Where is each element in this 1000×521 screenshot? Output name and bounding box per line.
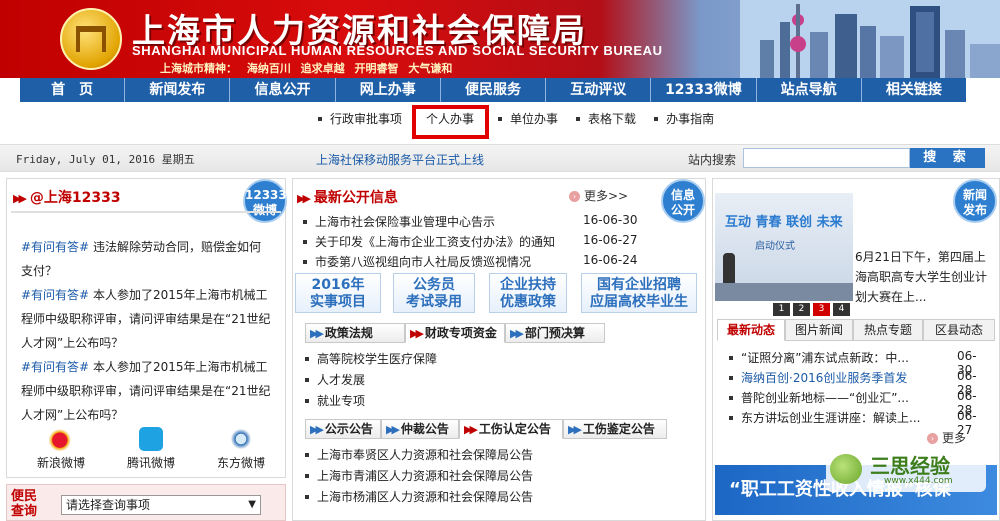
city-motto: 上海城市精神： 海纳百川 追求卓越 开明睿智 大气谦和 [160,62,453,75]
nav-item-online-service[interactable]: 网上办事 [336,78,441,102]
weibo-title: ▶▶ @上海12333 [13,190,121,206]
main-nav: 首 页 新闻发布 信息公开 网上办事 便民服务 互动评议 12333微博 站点导… [20,78,966,102]
city-skyline-image [740,0,1000,78]
promo-2016-projects[interactable]: 2016年 实事项目 [295,273,381,313]
info-title: ▶▶ 最新公开信息 [297,190,398,206]
search-label: 站内搜索 [688,153,737,167]
announcement-link[interactable]: 上海社保移动服务平台正式上线 [316,151,484,168]
sub-nav: 行政审批事项 个人办事 单位办事 表格下载 办事指南 [318,110,732,127]
nav-item-news[interactable]: 新闻发布 [125,78,231,102]
weibo-badge: 12333 微博 [243,179,287,223]
tab-special-funds[interactable]: ▶▶ 财政专项资金 [405,323,505,343]
news-lead[interactable]: 6月21日下午，第四届上海高职高专大学生创业计划大赛在上... [855,247,995,307]
subnav-item-company[interactable]: 单位办事 [498,110,558,127]
list-item[interactable]: 高等院校学生医疗保障 [305,350,437,367]
info-more-link[interactable]: › 更多>> [569,187,628,204]
news-badge: 新闻 发布 [953,179,997,223]
weibo-posts: #有问有答# 违法解除劳动合同，赔偿金如何支付？ #有问有答# 本人参加了201… [21,235,271,427]
pager-item-active[interactable]: 3 [813,303,830,316]
tencent-weibo-link[interactable]: 腾讯微博 [121,427,181,471]
bureau-logo [60,8,122,70]
subnav-item-guide[interactable]: 办事指南 [654,110,714,127]
info-panel: ▶▶ 最新公开信息 › 更多>> 信息 公开 上海市社会保险事业管理中心告示 16-06… [292,178,706,521]
list-item[interactable]: 市委第八巡视组向市人社局反馈巡视情况 16-06-24 [303,253,653,270]
list-item[interactable]: 关于印发《上海市企业工资支付办法》的通知 16-06-27 [303,233,653,250]
promo-civil-servant[interactable]: 公务员 考试录用 [393,273,475,313]
weibo-panel: ▶▶ @上海12333 12333 微博 #有问有答# 违法解除劳动合同，赔偿金如何… [6,178,287,478]
list-item[interactable]: 上海市奉贤区人力资源和社会保障局公告 [305,446,533,463]
watermark-brand: 三思经验 [870,454,950,478]
promo-soe-recruit[interactable]: 国有企业招聘 应届高校毕业生 [581,273,697,313]
pager-item[interactable]: 1 [773,303,790,316]
tab-public-notice[interactable]: ▶▶ 公示公告 [305,419,381,439]
tab-photo-news[interactable]: 图片新闻 [785,319,853,341]
photo-subcaption: 启动仪式 [755,241,795,252]
dongfang-weibo-icon [229,427,253,451]
tab-hot-topics[interactable]: 热点专题 [853,319,923,341]
photo-pager: 1 2 3 4 [773,303,850,316]
search-input[interactable] [743,148,910,168]
subnav-active-highlight [412,105,489,139]
tab-budget[interactable]: ▶▶ 部门预决算 [505,323,605,343]
list-item[interactable]: 就业专项 [305,392,365,409]
weibo-post[interactable]: #有问有答# 本人参加了2015年上海市机械工程师中级职称评审，请问评审结果是在… [21,283,271,355]
nav-item-home[interactable]: 首 页 [20,78,126,102]
list-item[interactable]: 上海市杨浦区人力资源和社会保障局公告 [305,488,533,505]
news-more-link[interactable]: › 更多 [927,429,966,446]
list-item[interactable]: 上海市社会保险事业管理中心告示 16-06-30 [303,213,653,230]
watermark-url: www.x444.com [884,476,953,486]
sina-weibo-icon [49,427,73,451]
sina-weibo-link[interactable]: 新浪微博 [31,427,91,471]
query-select[interactable]: 请选择查询事项 ▼ [61,495,261,515]
nav-item-links[interactable]: 相关链接 [862,78,966,102]
search-button[interactable]: 搜 索 [910,148,985,168]
current-date: Friday, July 01, 2016 星期五 [16,153,195,166]
promo-enterprise-support[interactable]: 企业扶持 优惠政策 [489,273,567,313]
nav-item-interaction[interactable]: 互动评议 [546,78,652,102]
dongfang-weibo-link[interactable]: 东方微博 [211,427,271,471]
arrow-circle-icon: › [927,433,938,444]
nav-item-convenience[interactable]: 便民服务 [441,78,547,102]
chevron-down-icon: ▼ [248,499,256,510]
bianmin-label: 便民 查询 [11,489,38,519]
tab-injury-appraisal[interactable]: ▶▶ 工伤鉴定公告 [563,419,667,439]
site-title-english: SHANGHAI MUNICIPAL HUMAN RESOURCES AND S… [132,43,663,58]
pager-item[interactable]: 4 [833,303,850,316]
watermark-logo-icon [830,454,862,484]
pager-item[interactable]: 2 [793,303,810,316]
tab-latest-news[interactable]: 最新动态 [717,319,785,341]
list-item[interactable]: 上海市青浦区人力资源和社会保障局公告 [305,467,533,484]
subnav-item-approval[interactable]: 行政审批事项 [318,110,402,127]
watermark: 三思经验 www.x444.com [826,448,986,492]
tencent-weibo-icon [139,427,163,451]
nav-item-info[interactable]: 信息公开 [230,78,336,102]
photo-caption: 互动 青春 联创 未来 [725,215,843,230]
nav-item-weibo[interactable]: 12333微博 [651,78,757,102]
tab-policy[interactable]: ▶▶ 政策法规 [305,323,405,343]
subnav-item-forms[interactable]: 表格下载 [576,110,636,127]
weibo-post[interactable]: #有问有答# 违法解除劳动合同，赔偿金如何支付？ [21,235,271,283]
arrow-circle-icon: › [569,191,580,202]
nav-item-sitemap[interactable]: 站点导航 [757,78,862,102]
bianmin-query-bar: 便民 查询 请选择查询事项 ▼ [6,484,286,521]
weibo-post[interactable]: #有问有答# 本人参加了2015年上海市机械工程师中级职称评审，请问评审结果是在… [21,355,271,427]
news-photo[interactable]: 互动 青春 联创 未来 启动仪式 [715,193,853,301]
list-item[interactable]: 人才发展 [305,371,365,388]
site-header: 上海市人力资源和社会保障局 SHANGHAI MUNICIPAL HUMAN R… [0,0,1000,78]
share-bar: 新浪微博 腾讯微博 东方微博 [31,427,271,471]
speaker-figure [723,253,735,283]
tab-injury-recognition[interactable]: ▶▶ 工伤认定公告 [459,419,563,439]
info-badge: 信息 公开 [661,179,705,223]
tab-district-news[interactable]: 区县动态 [923,319,995,341]
tab-arbitration[interactable]: ▶▶ 仲裁公告 [381,419,459,439]
